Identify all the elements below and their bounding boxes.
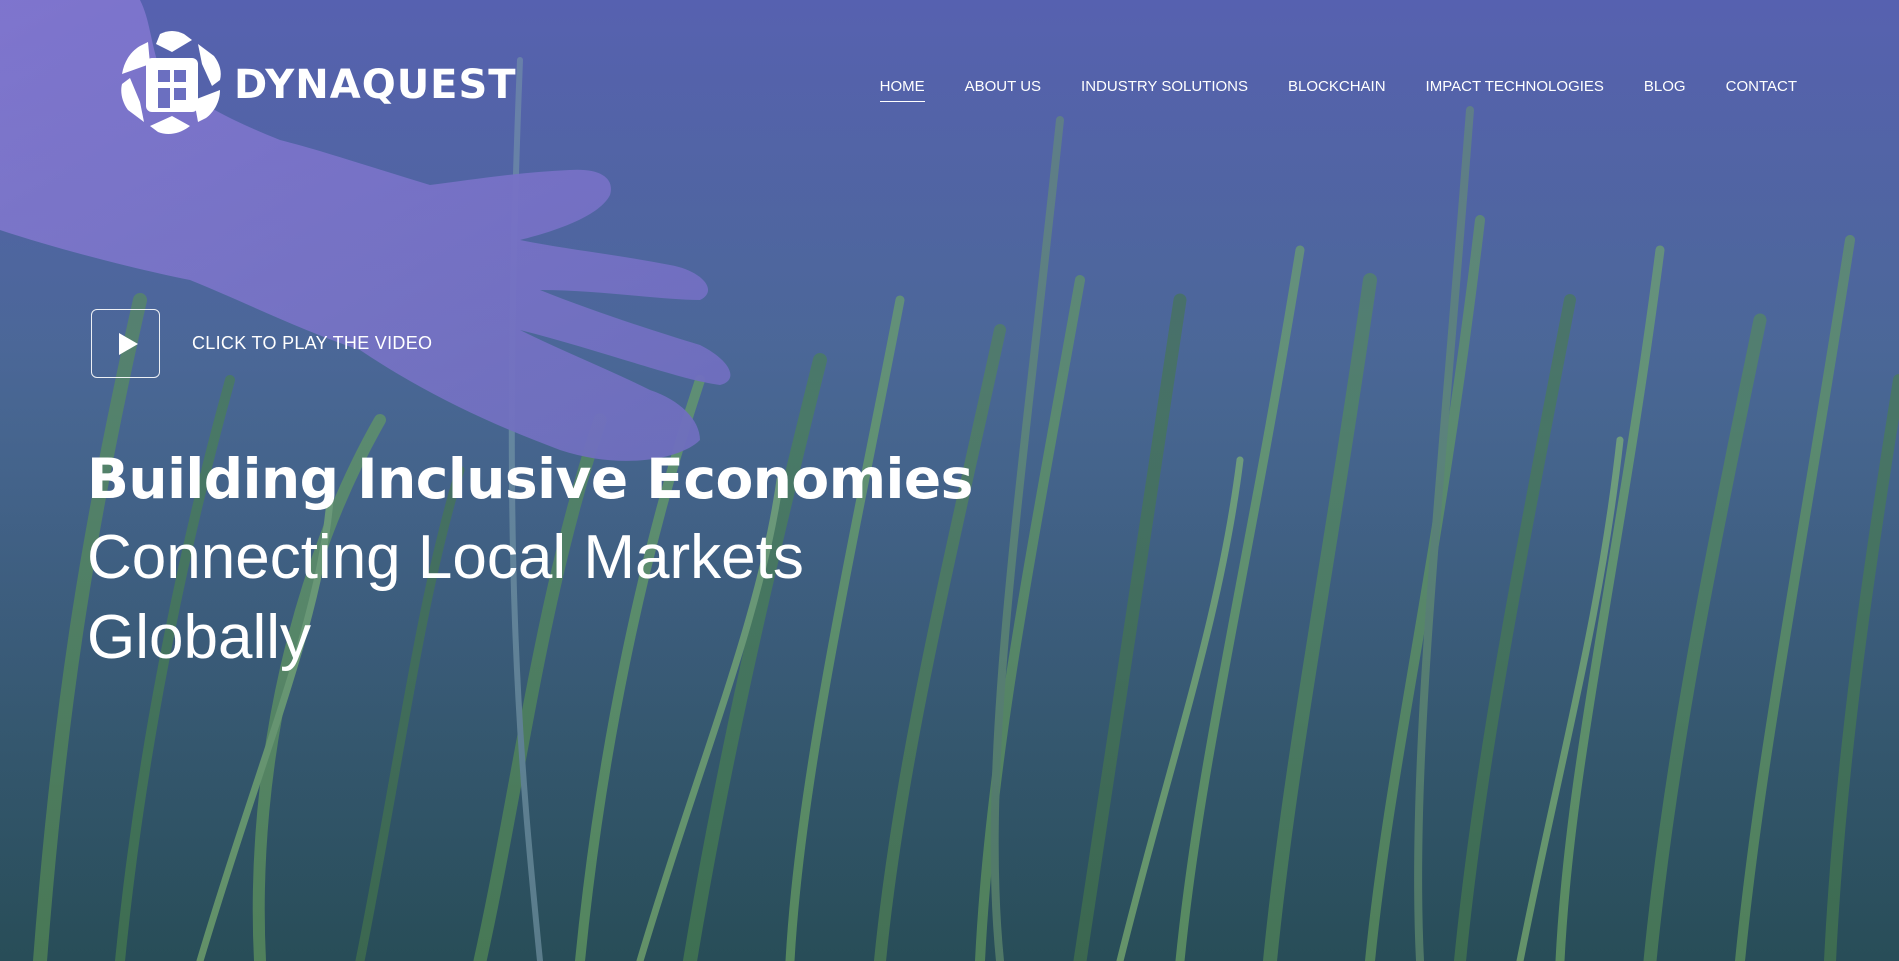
nav-item-blog[interactable]: BLOG	[1644, 78, 1686, 102]
hero-headline: Building Inclusive Economies Connecting …	[87, 440, 973, 678]
dynaquest-logo-icon	[121, 31, 221, 134]
nav-item-impact-technologies[interactable]: IMPACT TECHNOLOGIES	[1426, 78, 1604, 102]
headline-title: Building Inclusive Economies	[87, 447, 973, 511]
play-video-button[interactable]	[91, 309, 160, 378]
brand-logo[interactable]: DYNAQUEST	[114, 30, 517, 140]
play-video-control: CLICK TO PLAY THE VIDEO	[91, 309, 432, 378]
nav-item-contact[interactable]: CONTACT	[1726, 78, 1797, 102]
nav-item-blockchain[interactable]: BLOCKCHAIN	[1288, 78, 1386, 102]
headline-subtitle-line2: Globally	[87, 603, 311, 672]
nav-item-home[interactable]: HOME	[879, 78, 925, 102]
play-icon	[118, 332, 138, 355]
play-video-label[interactable]: CLICK TO PLAY THE VIDEO	[192, 333, 432, 354]
brand-name: DYNAQUEST	[234, 62, 517, 108]
main-nav: HOME ABOUT US INDUSTRY SOLUTIONS BLOCKCH…	[840, 78, 1797, 102]
nav-item-about-us[interactable]: ABOUT US	[965, 78, 1041, 102]
nav-item-industry-solutions[interactable]: INDUSTRY SOLUTIONS	[1081, 78, 1248, 102]
hero-section: DYNAQUEST HOME ABOUT US INDUSTRY SOLUTIO…	[0, 0, 1899, 961]
headline-subtitle-line1: Connecting Local Markets	[87, 523, 804, 592]
